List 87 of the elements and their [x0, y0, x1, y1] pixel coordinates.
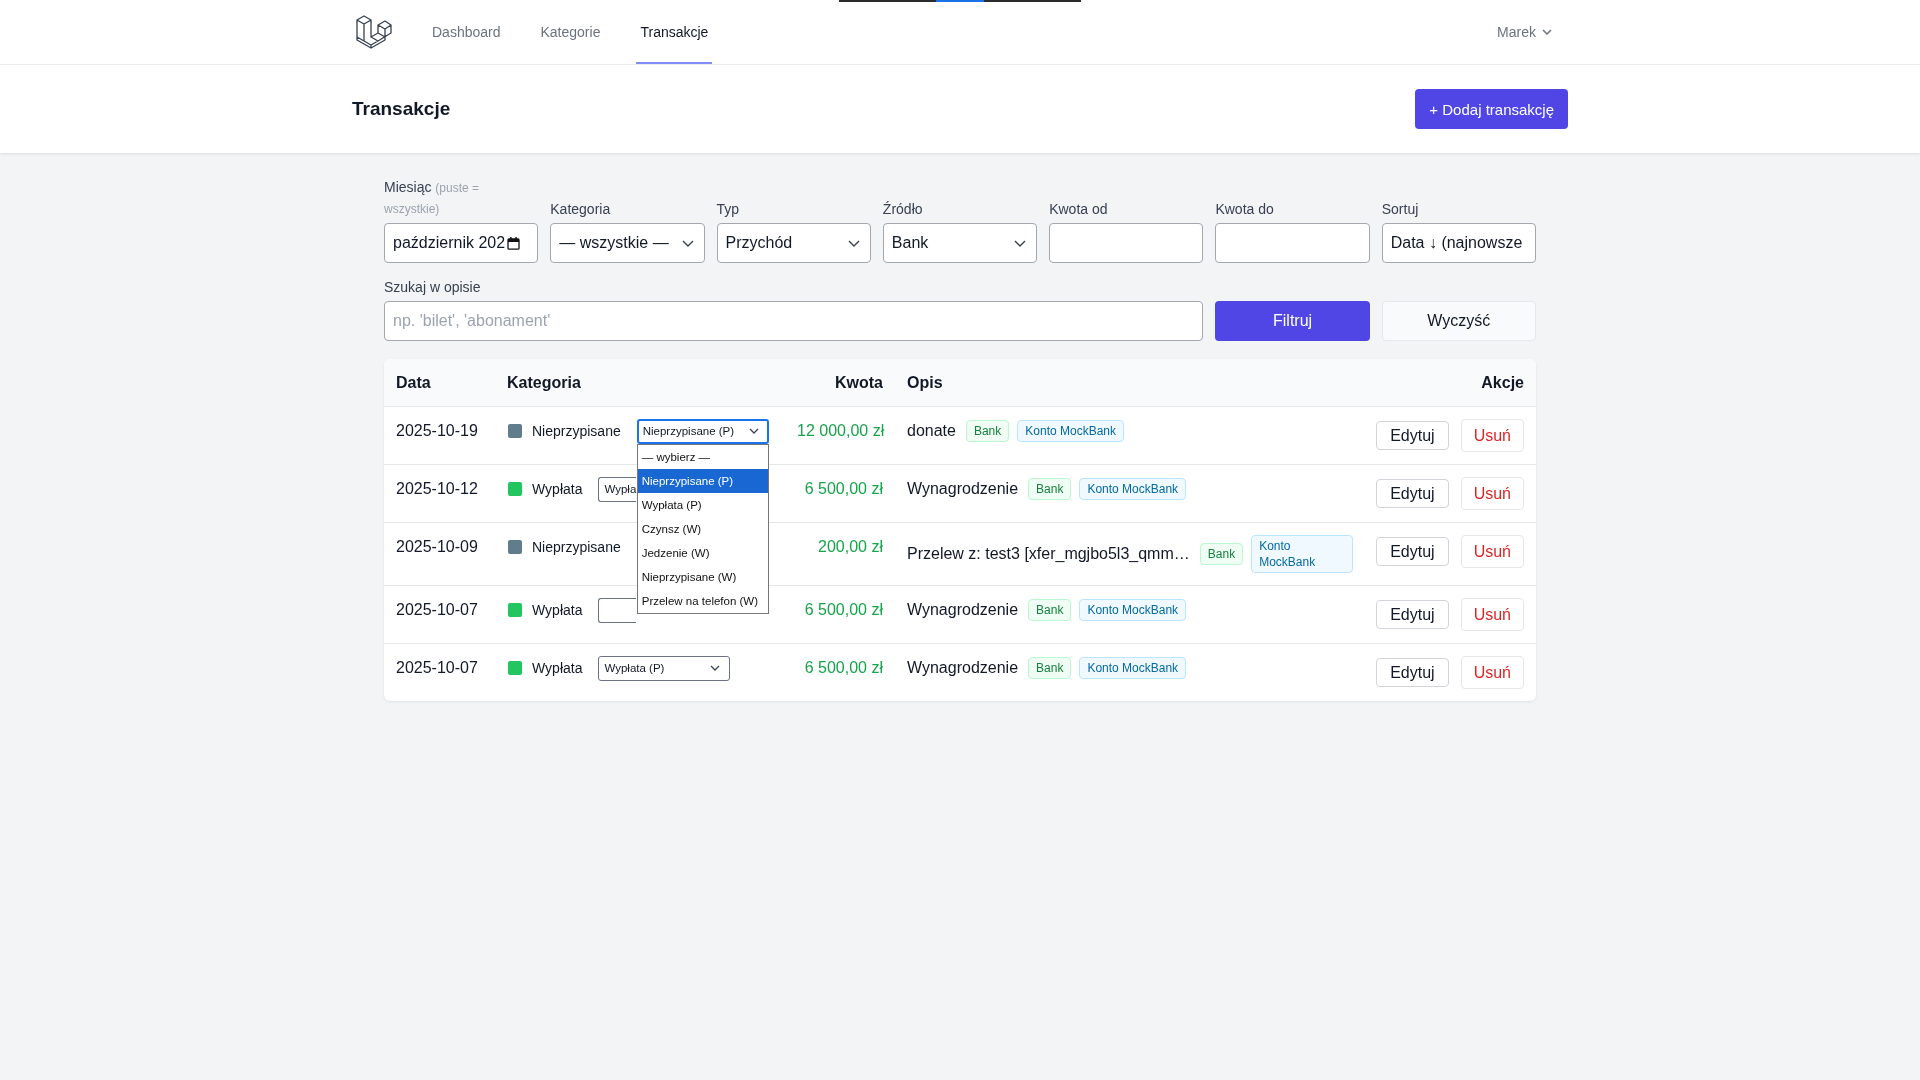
category-name: Wypłata: [532, 601, 583, 620]
column-header: Kwota: [835, 374, 883, 391]
category-name: Wypłata: [532, 480, 583, 499]
chevron-down-icon: [681, 239, 694, 247]
category-select[interactable]: Wypła: [598, 476, 637, 502]
edit-button[interactable]: Edytuj: [1376, 600, 1449, 629]
input-field[interactable]: [1049, 223, 1204, 263]
field-label: Kategoria: [550, 200, 612, 219]
date-text: 2025-10-09: [396, 538, 478, 555]
dropdown-select[interactable]: Przychód: [716, 223, 871, 263]
column-header: Data: [396, 374, 431, 391]
account-tag: Konto MockBank: [1017, 420, 1124, 442]
dropdown-select[interactable]: — wszystkie —: [550, 223, 705, 263]
chevron-down-icon: [748, 428, 759, 434]
date-text: 2025-10-12: [396, 480, 478, 497]
clear-button[interactable]: Wyczyść: [1381, 301, 1536, 341]
dropdown-option[interactable]: Wypłata (P): [637, 492, 768, 517]
amount-text: 6 500,00 zł: [804, 480, 883, 497]
month-field[interactable]: październik 202: [384, 223, 539, 263]
category-select[interactable]: Nieprzypisane (P): [636, 418, 769, 444]
delete-button[interactable]: Usuń: [1460, 535, 1524, 568]
dropdown-option[interactable]: Jedzenie (W): [637, 540, 768, 565]
category-name: Nieprzypisane: [532, 422, 621, 441]
description-text: donate: [907, 421, 956, 441]
nav-link[interactable]: Kategorie: [536, 0, 605, 64]
field-label: Źródło: [882, 200, 924, 219]
category-name: Wypłata: [532, 659, 583, 678]
source-tag: Bank: [1028, 657, 1072, 679]
chevron-down-icon: [847, 239, 860, 247]
category-select[interactable]: Wypłata (P): [598, 655, 731, 681]
amount-text: 12 000,00 zł: [797, 422, 885, 439]
delete-button[interactable]: Usuń: [1460, 656, 1524, 689]
description-text: Przelew z: test3 [xfer_mgjbo5l3_qmm…: [907, 544, 1190, 564]
edit-button[interactable]: Edytuj: [1376, 537, 1449, 566]
chevron-down-icon: [1014, 239, 1027, 247]
source-tag: Bank: [965, 420, 1010, 442]
column-header: Kategoria: [507, 374, 581, 391]
amount-text: 6 500,00 zł: [804, 659, 883, 676]
field-label: Typ: [716, 200, 741, 219]
field-label: Miesiąc (puste = wszystkie): [384, 178, 481, 218]
description-text: Wynagrodzenie: [907, 658, 1019, 678]
field-label: Kwota do: [1215, 200, 1275, 219]
user-menu-button[interactable]: Marek: [1485, 24, 1568, 40]
filter-button[interactable]: Filtruj: [1215, 301, 1370, 341]
edit-button[interactable]: Edytuj: [1376, 658, 1449, 687]
field-label: Sortuj: [1381, 200, 1420, 219]
description-text: Wynagrodzenie: [907, 600, 1019, 620]
dropdown-select[interactable]: Bank: [882, 223, 1038, 263]
search-field[interactable]: np. 'bilet', 'abonament': [384, 301, 1204, 341]
date-text: 2025-10-07: [396, 659, 478, 676]
nav-link[interactable]: Dashboard: [428, 0, 505, 64]
category-select[interactable]: [598, 597, 637, 623]
delete-button[interactable]: Usuń: [1460, 419, 1524, 452]
column-header: Opis: [907, 374, 943, 391]
category-name: Nieprzypisane: [532, 538, 621, 557]
dropdown-option[interactable]: Czynsz (W): [637, 516, 768, 541]
account-tag: Konto MockBank: [1079, 599, 1187, 621]
amount-text: 200,00 zł: [818, 538, 883, 555]
column-header: Akcje: [1481, 374, 1524, 391]
source-tag: Bank: [1028, 478, 1072, 500]
account-tag: Konto MockBank: [1079, 478, 1187, 500]
description-text: Wynagrodzenie: [907, 479, 1019, 499]
account-tag: Konto MockBank: [1251, 535, 1353, 573]
dropdown-option[interactable]: Przelew na telefon (W): [637, 588, 768, 613]
field-label: Kwota od: [1049, 200, 1109, 219]
source-tag: Bank: [1028, 599, 1072, 621]
calendar-icon: [507, 236, 521, 250]
sort-select[interactable]: Data ↓ (najnowsze: [1381, 223, 1536, 263]
delete-button[interactable]: Usuń: [1460, 477, 1524, 510]
edit-button[interactable]: Edytuj: [1376, 479, 1449, 508]
source-tag: Bank: [1199, 543, 1244, 565]
edit-button[interactable]: Edytuj: [1376, 421, 1449, 450]
amount-text: 6 500,00 zł: [804, 601, 883, 618]
chevron-down-icon: [710, 665, 721, 671]
account-tag: Konto MockBank: [1079, 657, 1187, 679]
page-title: Transakcje: [352, 98, 451, 120]
dropdown-option[interactable]: Nieprzypisane (W): [637, 564, 768, 589]
add-transaction-button[interactable]: + Dodaj transakcję: [1415, 89, 1568, 129]
date-text: 2025-10-19: [396, 422, 478, 439]
delete-button[interactable]: Usuń: [1460, 598, 1524, 631]
input-field[interactable]: [1215, 223, 1370, 263]
date-text: 2025-10-07: [396, 601, 478, 618]
field-label: Szukaj w opisie: [384, 278, 482, 297]
dropdown-option[interactable]: — wybierz —: [637, 444, 768, 469]
dropdown-option[interactable]: Nieprzypisane (P): [637, 468, 768, 493]
boxes-logo-icon[interactable]: [354, 13, 392, 51]
chevron-down-icon: [1542, 29, 1552, 35]
